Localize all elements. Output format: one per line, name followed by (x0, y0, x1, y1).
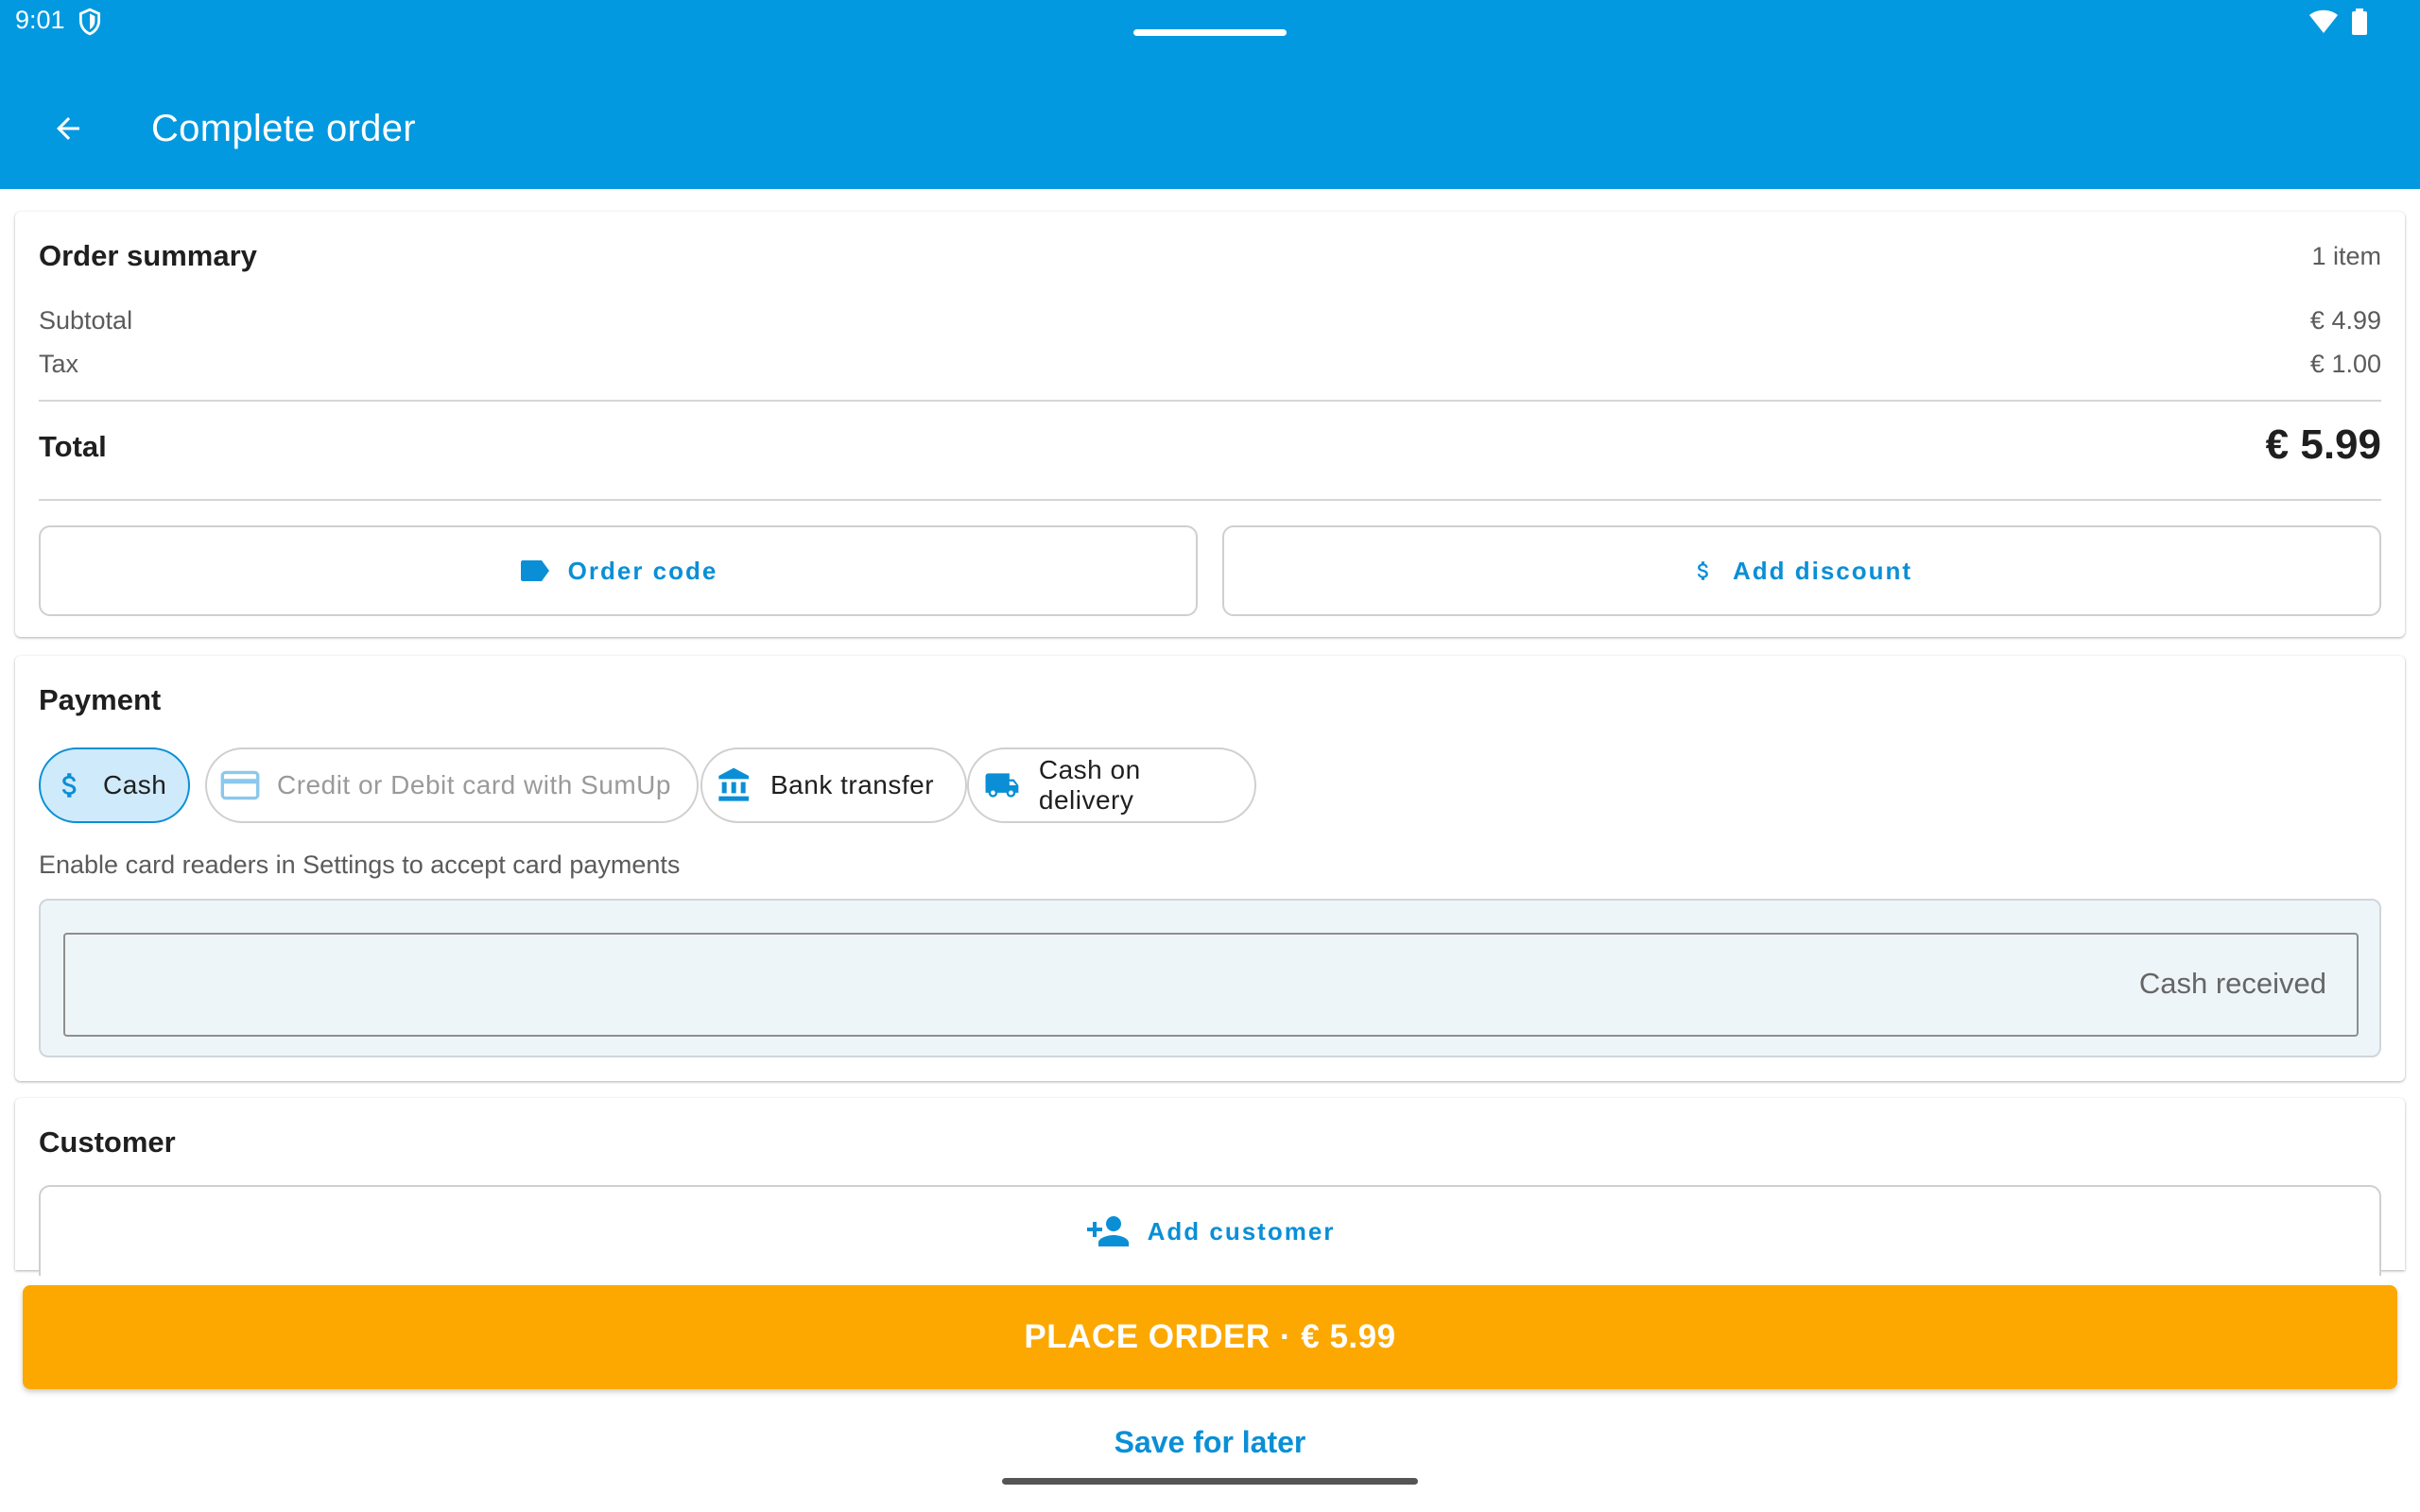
customer-card: Customer Add customer (15, 1098, 2405, 1276)
subtotal-label: Subtotal (39, 306, 133, 335)
tax-label: Tax (39, 350, 79, 378)
total-label: Total (39, 430, 107, 463)
payment-method-bank-transfer[interactable]: Bank transfer (700, 747, 967, 823)
app-bar: 9:01 Complete order (0, 0, 2420, 189)
dollar-icon (1697, 561, 1708, 580)
add-person-icon (1086, 1216, 1129, 1246)
tag-icon (520, 560, 549, 581)
truck-icon (985, 773, 1019, 798)
payment-heading: Payment (39, 683, 162, 716)
place-order-label: PLACE ORDER · € 5.99 (1024, 1318, 1396, 1355)
payment-method-label: Cash on delivery (1038, 755, 1141, 815)
gesture-nav-handle (1002, 1478, 1418, 1485)
shield-icon (78, 8, 101, 36)
credit-card-icon (220, 770, 260, 800)
subtotal-value: € 4.99 (2309, 306, 2381, 335)
item-count: 1 item (2311, 242, 2381, 270)
cash-received-input[interactable]: Cash received (63, 933, 2359, 1037)
card-reader-hint: Enable card readers in Settings to accep… (39, 850, 681, 879)
add-customer-label: Add customer (1147, 1216, 1336, 1246)
save-for-later-link[interactable]: Save for later (0, 1425, 2420, 1460)
bank-icon (718, 767, 749, 801)
order-summary-heading: Order summary (39, 239, 257, 272)
order-summary-card: Order summary 1 item Subtotal € 4.99 Tax… (15, 212, 2405, 637)
page-title: Complete order (151, 108, 416, 149)
customer-heading: Customer (39, 1125, 176, 1159)
back-button[interactable] (38, 98, 98, 159)
payment-method-label: Credit or Debit card with SumUp (277, 770, 671, 799)
arrow-back-icon (57, 117, 79, 140)
total-divider (39, 499, 2381, 501)
status-time: 9:01 (15, 6, 65, 34)
payment-method-card[interactable]: Credit or Debit card with SumUp (205, 747, 699, 823)
payment-card: Payment Cash Credit or Debit card with S… (15, 656, 2405, 1081)
tax-value: € 1.00 (2309, 350, 2381, 378)
total-value: € 5.99 (2265, 421, 2381, 468)
payment-method-cash-on-delivery[interactable]: Cash on delivery (967, 747, 1256, 823)
notch-handle (1133, 29, 1287, 36)
dollar-icon (61, 773, 77, 798)
order-code-label: Order code (567, 556, 718, 585)
payment-method-cash[interactable]: Cash (39, 747, 190, 823)
payment-method-label: Cash (103, 770, 167, 799)
cash-received-section: Cash received (39, 899, 2381, 1057)
add-customer-button[interactable]: Add customer (39, 1185, 2381, 1276)
add-discount-button[interactable]: Add discount (1222, 525, 2381, 616)
add-discount-label: Add discount (1732, 556, 1913, 585)
battery-icon (2352, 9, 2367, 35)
summary-divider (39, 400, 2381, 402)
payment-method-label: Bank transfer (770, 770, 935, 799)
order-code-button[interactable]: Order code (39, 525, 1198, 616)
place-order-button[interactable]: PLACE ORDER · € 5.99 (23, 1285, 2397, 1389)
cash-received-placeholder: Cash received (2138, 967, 2326, 1000)
wifi-icon (2309, 9, 2338, 33)
